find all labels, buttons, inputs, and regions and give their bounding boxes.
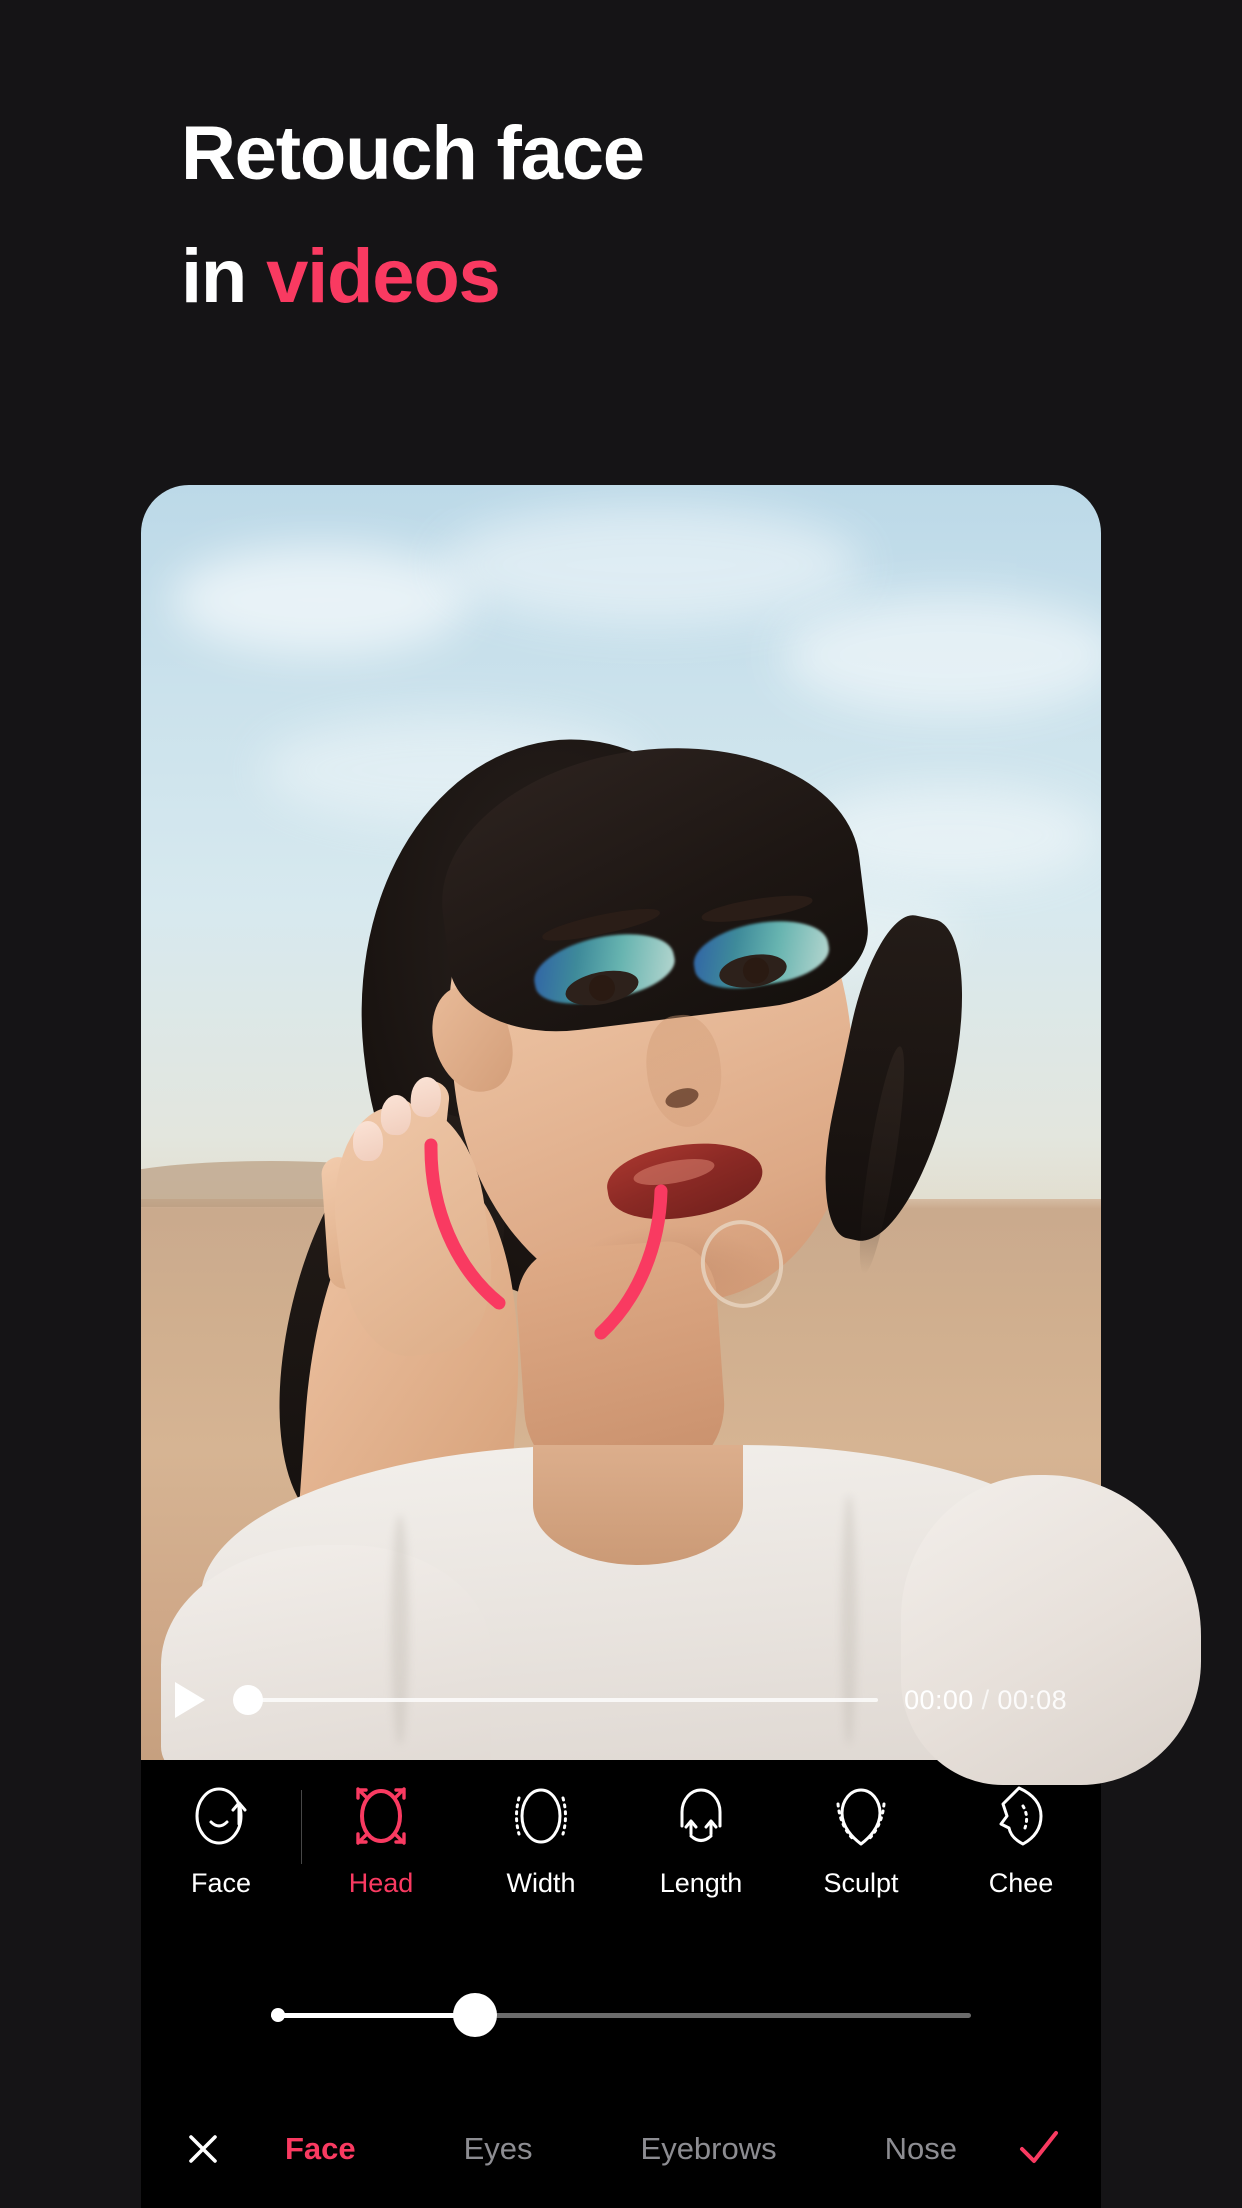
check-icon[interactable]: [1011, 2127, 1067, 2171]
tool-width[interactable]: Width: [461, 1778, 621, 1899]
tool-cheekbones[interactable]: Chee: [941, 1778, 1101, 1899]
video-controls: 00:00 / 00:08: [141, 1640, 1101, 1760]
head-resize-corners-icon: [349, 1778, 413, 1854]
page-root: Retouch face in videos 00:00 / 00:08 Fac…: [0, 0, 1242, 2208]
edit-category-tabs: Face Eyes Eyebrows Nose: [231, 2131, 1011, 2167]
intensity-slider[interactable]: [271, 1993, 971, 2037]
tab-eyebrows[interactable]: Eyebrows: [641, 2131, 777, 2167]
slider-origin-dot: [271, 2008, 285, 2022]
tool-label: Chee: [988, 1868, 1054, 1898]
time-separator: /: [981, 1684, 990, 1715]
tab-eyes[interactable]: Eyes: [464, 2131, 533, 2167]
tool-label: Length: [659, 1868, 743, 1898]
blouse-collar: [533, 1445, 743, 1565]
intensity-slider-row: [141, 1940, 1101, 2090]
cloud: [441, 505, 861, 625]
close-x-icon[interactable]: [175, 2129, 231, 2169]
tool-face[interactable]: Face: [141, 1778, 301, 1899]
fingernail: [353, 1121, 383, 1161]
play-triangle-icon[interactable]: [175, 1682, 205, 1718]
tab-face[interactable]: Face: [285, 2131, 356, 2167]
cloud: [781, 595, 1101, 715]
page-title: Retouch face in videos: [181, 105, 1081, 327]
headline-accent-word: videos: [266, 233, 501, 319]
total-time: 00:08: [997, 1684, 1067, 1715]
oval-width-dots-icon: [509, 1778, 573, 1854]
scrubber-knob[interactable]: [233, 1685, 263, 1715]
slider-fill: [271, 2012, 471, 2018]
iris: [586, 972, 618, 1004]
tool-label: Width: [506, 1868, 576, 1898]
tool-head[interactable]: Head: [301, 1778, 461, 1899]
bottom-tab-bar: Face Eyes Eyebrows Nose: [141, 2090, 1101, 2208]
tool-label: Head: [348, 1868, 414, 1898]
tool-label: Sculpt: [823, 1868, 899, 1898]
current-time: 00:00: [904, 1684, 974, 1715]
iris: [741, 955, 771, 986]
cheekbones-profile-icon: [989, 1778, 1053, 1854]
scrubber-track: [247, 1698, 879, 1702]
headline-line-2: in videos: [181, 228, 1081, 327]
phone-mockup: 00:00 / 00:08 Face Head Width Length Scu…: [141, 485, 1201, 2208]
video-timestamp: 00:00 / 00:08: [904, 1685, 1067, 1716]
arch-up-arrows-icon: [669, 1778, 733, 1854]
cloud: [171, 545, 471, 655]
tool-label: Face: [190, 1868, 252, 1898]
oval-sculpt-dots-icon: [829, 1778, 893, 1854]
video-scrubber[interactable]: [233, 1683, 879, 1717]
headline-line-1: Retouch face: [181, 111, 645, 196]
tab-nose[interactable]: Nose: [885, 2131, 957, 2167]
face-smile-oval-icon: [189, 1778, 253, 1854]
slider-knob[interactable]: [453, 1993, 497, 2037]
face-tool-strip[interactable]: Face Head Width Length Sculpt Chee: [141, 1760, 1101, 1940]
tool-sculpt[interactable]: Sculpt: [781, 1778, 941, 1899]
tool-length[interactable]: Length: [621, 1778, 781, 1899]
fingernail: [379, 1094, 413, 1136]
tool-divider: [301, 1790, 302, 1864]
headline-line-2-prefix: in: [181, 233, 267, 319]
